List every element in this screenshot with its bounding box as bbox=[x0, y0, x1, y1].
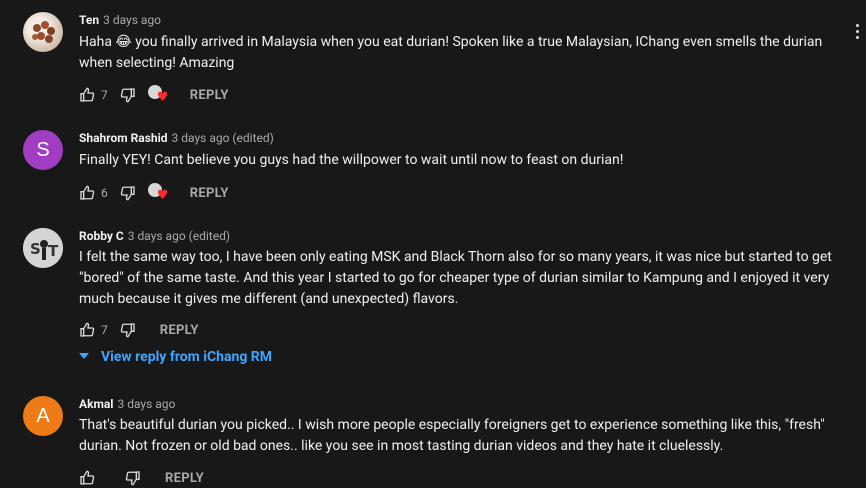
avatar[interactable] bbox=[23, 12, 63, 52]
custom-avatar-icon: S T bbox=[23, 228, 63, 268]
comment-header: Akmal 3 days ago bbox=[79, 396, 175, 412]
svg-text:S: S bbox=[30, 240, 41, 258]
avatar-letter: S bbox=[36, 138, 50, 161]
chevron-down-icon bbox=[79, 352, 89, 363]
avatar[interactable]: A bbox=[23, 396, 63, 436]
reply-button[interactable]: REPLY bbox=[165, 471, 204, 486]
avatar[interactable]: S T bbox=[23, 228, 63, 268]
reply-button[interactable]: REPLY bbox=[190, 88, 229, 103]
like-icon[interactable] bbox=[79, 185, 95, 201]
timestamp[interactable]: 3 days ago bbox=[103, 13, 161, 27]
comment-actions: 7 REPLY bbox=[79, 320, 199, 340]
view-replies-label: View reply from iChang RM bbox=[101, 349, 273, 365]
dislike-icon[interactable] bbox=[120, 87, 136, 103]
view-replies-button[interactable]: View reply from iChang RM bbox=[79, 349, 272, 365]
comment-text: Haha 😂 you finally arrived in Malaysia w… bbox=[79, 34, 823, 71]
comment-text: I felt the same way too, I have been onl… bbox=[79, 249, 832, 307]
like-icon[interactable] bbox=[79, 87, 95, 103]
avatar[interactable]: S bbox=[23, 130, 63, 170]
comment-actions: 6 ♥ REPLY bbox=[79, 183, 229, 203]
author-name[interactable]: Akmal bbox=[79, 397, 113, 411]
author-name[interactable]: Ten bbox=[79, 13, 99, 27]
comment-header: Shahrom Rashid 3 days ago (edited) bbox=[79, 130, 274, 146]
dislike-icon[interactable] bbox=[120, 185, 136, 201]
reply-button[interactable]: REPLY bbox=[160, 323, 199, 338]
like-count: 7 bbox=[101, 88, 108, 102]
food-photo-avatar-icon bbox=[32, 21, 55, 43]
like-count: 7 bbox=[101, 323, 108, 337]
comment-text: Finally YEY! Cant believe you guys had t… bbox=[79, 152, 624, 168]
creator-heart-icon: ♥ bbox=[147, 183, 168, 203]
comment-text: That's beautiful durian you picked.. I w… bbox=[79, 417, 825, 454]
comment-ten: Ten 3 days ago Haha 😂 you finally arrived… bbox=[0, 0, 866, 110]
creator-heart-icon: ♥ bbox=[147, 85, 168, 105]
comment-actions: REPLY bbox=[79, 468, 204, 488]
svg-text:T: T bbox=[48, 242, 59, 260]
comment-shahrom: S Shahrom Rashid 3 days ago (edited) Fina… bbox=[0, 118, 866, 218]
timestamp[interactable]: 3 days ago (edited) bbox=[128, 229, 230, 243]
like-count: 6 bbox=[101, 186, 108, 200]
author-name[interactable]: Robby C bbox=[79, 229, 124, 243]
timestamp[interactable]: 3 days ago bbox=[117, 397, 175, 411]
like-icon[interactable] bbox=[79, 322, 95, 338]
dislike-icon[interactable] bbox=[125, 470, 141, 486]
like-icon[interactable] bbox=[79, 470, 95, 486]
more-options-icon[interactable] bbox=[856, 24, 860, 42]
timestamp[interactable]: 3 days ago (edited) bbox=[172, 131, 274, 145]
comment-header: Ten 3 days ago bbox=[79, 12, 161, 28]
comment-akmal: A Akmal 3 days ago That's beautiful duria… bbox=[0, 384, 866, 486]
comment-header: Robby C 3 days ago (edited) bbox=[79, 228, 230, 244]
comment-actions: 7 ♥ REPLY bbox=[79, 85, 229, 105]
comment-robby: S T Robby C 3 days ago (edited) I felt th… bbox=[0, 216, 866, 386]
author-name[interactable]: Shahrom Rashid bbox=[79, 131, 168, 145]
avatar-letter: A bbox=[36, 404, 50, 427]
reply-button[interactable]: REPLY bbox=[190, 186, 229, 201]
dislike-icon[interactable] bbox=[120, 322, 136, 338]
